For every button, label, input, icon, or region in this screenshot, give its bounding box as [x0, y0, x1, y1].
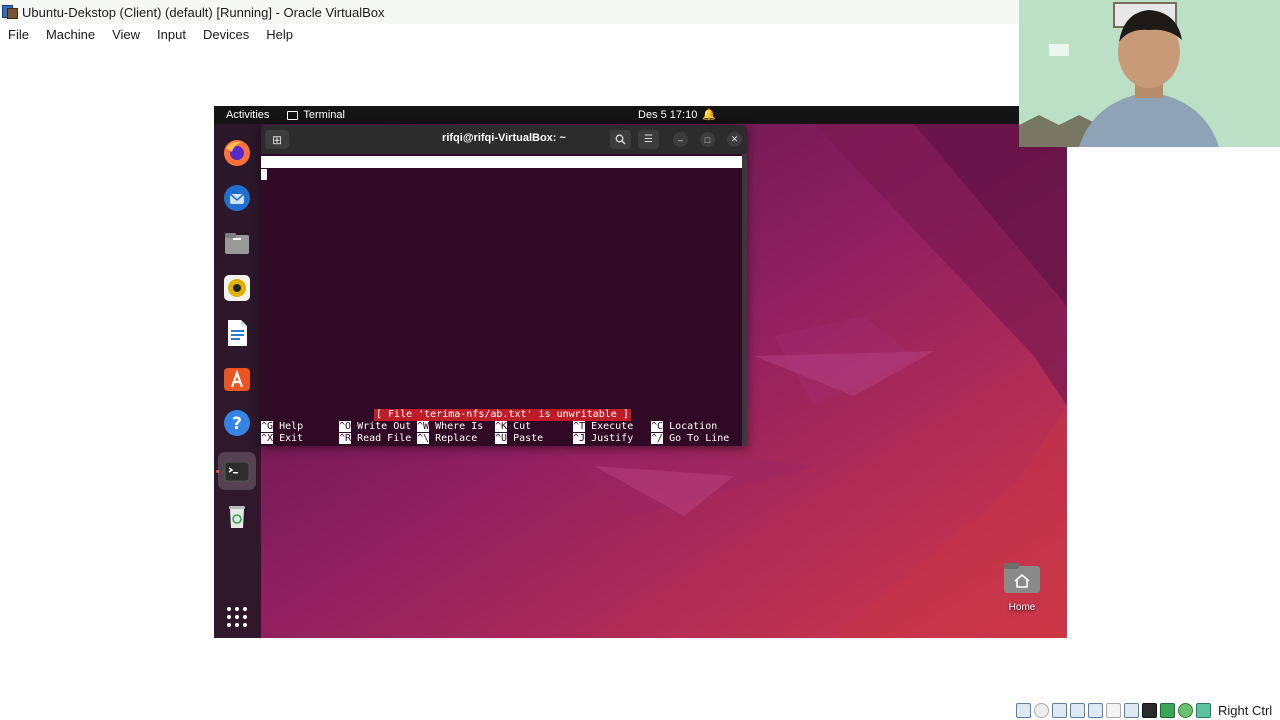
vbox-menubar: File Machine View Input Devices Help — [0, 24, 1020, 44]
shortcut-key: ^K — [495, 421, 508, 432]
vbox-status-bar: Right Ctrl — [1016, 701, 1272, 719]
virtualbox-app-icon — [2, 4, 18, 20]
shortcut-write-out: ^O Write Out — [339, 421, 411, 433]
shortcut-label: Go To Line — [669, 433, 730, 444]
terminal-scrollbar[interactable] — [742, 154, 747, 446]
clock[interactable]: Des 5 17:10 — [638, 109, 697, 121]
shared-folders-status-icon[interactable] — [1106, 702, 1121, 718]
window-title: Ubuntu-Dekstop (Client) (default) [Runni… — [22, 4, 385, 20]
shortcut-go-to-line: ^/ Go To Line — [651, 433, 729, 445]
shortcut-label: Where Is — [435, 421, 484, 432]
mouse-integration-status-icon[interactable] — [1178, 702, 1193, 718]
shortcut-key: ^C — [651, 421, 664, 432]
display-status-icon[interactable] — [1124, 702, 1139, 718]
app-center-icon[interactable] — [221, 362, 253, 394]
shortcut-key: ^X — [261, 433, 274, 444]
shortcut-label: Exit — [279, 433, 304, 444]
shortcut-location: ^C Location — [651, 421, 717, 433]
shortcut-key: ^J — [573, 433, 586, 444]
optical-drive-status-icon[interactable] — [1034, 702, 1049, 718]
show-apps-grid-icon[interactable] — [221, 601, 253, 633]
webcam-overlay — [1019, 0, 1280, 147]
search-button[interactable] — [610, 130, 631, 149]
nano-version: GNU nano 6.2 — [273, 168, 346, 179]
menu-view[interactable]: View — [112, 27, 140, 42]
shortcut-key: ^U — [495, 433, 508, 444]
maximize-button[interactable]: □ — [700, 132, 715, 147]
shortcut-label: Location — [669, 421, 718, 432]
terminal-small-icon — [287, 110, 299, 120]
shortcut-help: ^G Help — [261, 421, 303, 433]
menu-help[interactable]: Help — [266, 27, 293, 42]
recording-status-icon[interactable] — [1142, 702, 1157, 718]
svg-text:?: ? — [232, 414, 242, 434]
shortcut-label: Justify — [591, 433, 634, 444]
menu-devices[interactable]: Devices — [203, 27, 249, 42]
vbox-titlebar: Ubuntu-Dekstop (Client) (default) [Runni… — [0, 0, 1020, 24]
text-cursor — [261, 169, 267, 180]
home-folder-icon[interactable] — [1003, 562, 1041, 594]
shortcut-key: ^O — [339, 421, 352, 432]
nano-titlebar: GNU nano 6.2 terima-nfs/ab.txt — [261, 156, 742, 191]
shortcut-label: Paste — [513, 433, 544, 444]
nano-filename: terima-nfs/ab.txt — [466, 180, 569, 191]
keyboard-capture-status-icon[interactable] — [1196, 702, 1211, 718]
shortcut-label: Replace — [435, 433, 478, 444]
shortcut-replace: ^\ Replace — [417, 433, 477, 445]
shortcut-exit: ^X Exit — [261, 433, 303, 445]
shortcut-key: ^/ — [651, 433, 664, 444]
network-status-icon[interactable] — [1070, 702, 1085, 718]
shortcut-key: ^\ — [417, 433, 430, 444]
shortcut-label: Write Out — [357, 421, 412, 432]
activities-button[interactable]: Activities — [226, 109, 269, 121]
hard-disk-status-icon[interactable] — [1016, 702, 1031, 718]
shortcut-label: Help — [279, 421, 304, 432]
shortcut-label: Execute — [591, 421, 634, 432]
rhythmbox-icon[interactable] — [221, 272, 253, 304]
shortcut-key: ^R — [339, 433, 352, 444]
menu-input[interactable]: Input — [157, 27, 186, 42]
shortcut-key: ^T — [573, 421, 586, 432]
trash-icon[interactable] — [221, 500, 253, 532]
hamburger-menu-button[interactable]: ☰ — [638, 130, 659, 149]
shortcut-execute: ^T Execute — [573, 421, 633, 433]
close-button[interactable]: ✕ — [727, 132, 742, 147]
help-icon[interactable]: ? — [221, 407, 253, 439]
menu-file[interactable]: File — [8, 27, 29, 42]
gnome-top-bar: Activities Terminal Des 5 17:10 🔔 ⚇ — [214, 106, 1067, 124]
usb-status-icon[interactable] — [1088, 702, 1103, 718]
menu-machine[interactable]: Machine — [46, 27, 95, 42]
shortcut-justify: ^J Justify — [573, 433, 633, 445]
home-folder-label: Home — [1008, 602, 1036, 613]
app-menu-label: Terminal — [303, 109, 345, 121]
app-menu[interactable]: Terminal — [287, 109, 345, 121]
shortcut-cut: ^K Cut — [495, 421, 531, 433]
guest-screen[interactable]: Activities Terminal Des 5 17:10 🔔 ⚇ ? — [214, 106, 1067, 638]
terminal-icon[interactable] — [218, 452, 256, 490]
shortcut-label: Cut — [513, 421, 532, 432]
thunderbird-icon[interactable] — [221, 182, 253, 214]
firefox-icon[interactable] — [221, 137, 253, 169]
audio-status-icon[interactable] — [1052, 702, 1067, 718]
shortcut-paste: ^U Paste — [495, 433, 543, 445]
nano-status-message: [ File 'terima-nfs/ab.txt' is unwritable… — [374, 409, 631, 421]
minimize-button[interactable]: – — [673, 132, 688, 147]
shortcut-label: Read File — [357, 433, 412, 444]
dock: ? — [214, 124, 261, 638]
terminal-window[interactable]: ⊞ rifqi@rifqi-VirtualBox: ~ ☰ – □ ✕ GNU … — [261, 125, 747, 446]
writer-icon[interactable] — [221, 317, 253, 349]
terminal-headerbar: ⊞ rifqi@rifqi-VirtualBox: ~ ☰ – □ ✕ — [261, 125, 747, 154]
shortcut-key: ^W — [417, 421, 430, 432]
shortcut-key: ^G — [261, 421, 274, 432]
shortcut-read-file: ^R Read File — [339, 433, 411, 445]
cpu-status-icon[interactable] — [1160, 702, 1175, 718]
shortcut-where-is: ^W Where Is — [417, 421, 483, 433]
bell-icon[interactable]: 🔔 — [702, 108, 716, 121]
host-key-label: Right Ctrl — [1218, 702, 1273, 718]
files-icon[interactable] — [221, 227, 253, 259]
